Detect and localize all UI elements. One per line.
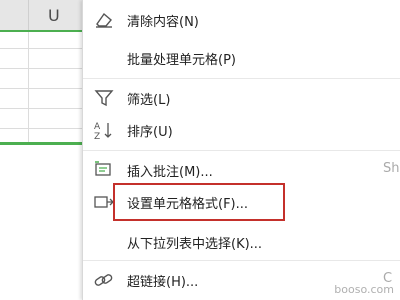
menu-item-label: 筛选(L) — [127, 93, 171, 108]
context-menu: 清除内容(N) 批量处理单元格(P) 筛选(L) A Z 排序(U) 插入批注(… — [82, 0, 400, 300]
menu-item-batch-process[interactable]: 批量处理单元格(P) — [83, 44, 400, 72]
menu-item-insert-comment[interactable]: 插入批注(M)... Sh — [83, 156, 400, 184]
highlight-annotation-box — [113, 183, 285, 221]
svg-text:Z: Z — [94, 132, 100, 140]
menu-item-shortcut: Sh — [383, 161, 400, 176]
menu-item-sort[interactable]: A Z 排序(U) — [83, 116, 400, 144]
menu-item-label: 批量处理单元格(P) — [127, 53, 236, 68]
format-cells-icon — [93, 192, 115, 212]
menu-item-pick-from-list[interactable]: 从下拉列表中选择(K)... — [83, 228, 400, 256]
eraser-icon — [93, 10, 115, 30]
menu-item-clear-contents[interactable]: 清除内容(N) — [83, 6, 400, 34]
menu-item-label: 插入批注(M)... — [127, 165, 213, 180]
svg-text:A: A — [94, 122, 101, 132]
funnel-filter-icon — [93, 88, 115, 108]
menu-item-label: 超链接(H)... — [127, 275, 199, 290]
sort-az-icon: A Z — [93, 120, 115, 142]
menu-item-label: 从下拉列表中选择(K)... — [127, 237, 263, 252]
watermark-text: booso.com — [334, 283, 394, 296]
comment-icon — [93, 160, 115, 180]
column-header-u[interactable]: U — [48, 6, 60, 25]
menu-item-filter[interactable]: 筛选(L) — [83, 84, 400, 112]
menu-divider — [83, 78, 400, 79]
grid-line — [28, 32, 29, 142]
menu-divider — [83, 260, 400, 261]
column-separator — [28, 0, 29, 30]
menu-item-label: 清除内容(N) — [127, 15, 199, 30]
menu-item-label: 排序(U) — [127, 125, 173, 140]
menu-divider — [83, 150, 400, 151]
link-icon — [93, 270, 115, 290]
